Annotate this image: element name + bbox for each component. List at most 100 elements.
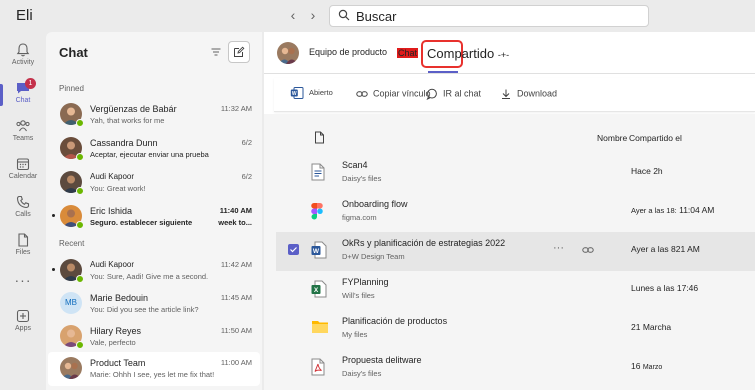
compose-icon (234, 46, 245, 57)
chat-time-secondary: week to... (218, 218, 252, 227)
chat-item[interactable]: Audi Kapoor You: Sure, Aadi! Give me a s… (48, 254, 260, 288)
row-checkbox-checked[interactable] (288, 244, 299, 255)
chat-preview: You: Great work! (90, 184, 146, 193)
unread-dot-icon (52, 268, 55, 271)
conversation-header: Equipo de producto Chat Compartido -+- (264, 32, 755, 74)
tab-shared-label: Compartido (427, 46, 495, 61)
tab-active-underline (428, 71, 458, 73)
rail-files[interactable]: Files (0, 228, 46, 266)
file-type-column-icon (315, 131, 324, 144)
search-input[interactable]: Buscar (329, 5, 649, 27)
svg-text:W: W (292, 91, 297, 97)
file-shared-month: Marzo (642, 364, 663, 371)
download-button[interactable]: Download (500, 88, 557, 100)
chat-preview: Yah, that works for me (90, 116, 165, 125)
column-header-shared[interactable]: Compartido el (629, 133, 682, 143)
file-row-selected[interactable]: W OkRs y planificación de estrategias 20… (276, 232, 755, 271)
link-icon[interactable] (582, 244, 594, 256)
conversation-title: Equipo de producto (309, 47, 388, 57)
search-placeholder: Buscar (356, 9, 397, 24)
chat-name: Audi Kapoor (90, 260, 135, 269)
apps-icon (16, 309, 30, 323)
chat-preview: You: Sure, Aadi! Give me a second. (90, 272, 209, 281)
app-rail: Activity 1 Chat Teams Calendar Calls Fil… (0, 32, 46, 390)
search-icon (338, 9, 350, 21)
excel-icon: X (311, 280, 327, 298)
new-chat-button[interactable] (228, 41, 250, 63)
tab-shared-suffix: -+- (497, 50, 510, 60)
group-avatar (277, 42, 299, 64)
chat-item[interactable]: Audi Kapoor You: Great work! 6/2 (48, 166, 260, 200)
chat-unread-badge: 1 (25, 78, 36, 89)
file-row[interactable]: Onboarding flow figma.com Ayer a las 18:… (276, 193, 755, 232)
chat-preview: Vale, perfecto (90, 338, 136, 347)
forward-arrow-icon[interactable]: › (306, 8, 320, 22)
rail-apps[interactable]: Apps (0, 304, 46, 342)
app-title: Eli (16, 7, 33, 24)
pinned-section-label: Pinned (59, 84, 84, 93)
files-header-row: Nombre Compartido el (264, 114, 755, 148)
file-shared-time: 11:04 AM (679, 205, 715, 215)
file-shared-date: 16 Marzo (631, 361, 662, 371)
chat-preview: Aceptar, ejecutar enviar una prueba (90, 150, 209, 159)
file-name: OkRs y planificación de estrategias 2022 (342, 238, 506, 248)
file-location: Will's files (342, 291, 375, 300)
rail-calls[interactable]: Calls (0, 190, 46, 228)
chat-name: Product Team (90, 358, 146, 368)
chat-item[interactable]: MB Marie Bedouin You: Did you see the ar… (48, 287, 260, 321)
file-shared-date: Lunes a las 17:46 (631, 283, 699, 293)
calendar-icon (16, 158, 30, 171)
word-icon: W (311, 241, 327, 259)
chat-name: Eric Ishida (90, 206, 133, 216)
rail-label: Teams (12, 135, 34, 142)
open-button[interactable]: W Abierto (290, 86, 333, 100)
chat-time: 11:42 AM (220, 260, 252, 269)
back-arrow-icon[interactable]: ‹ (286, 8, 300, 22)
rail-chat[interactable]: 1 Chat (0, 76, 46, 114)
column-header-name[interactable]: Nombre (597, 133, 627, 143)
recent-section-label: Recent (59, 239, 85, 248)
file-toolbar: W Abierto Copiar vínculo IR al chat Downl… (274, 78, 755, 112)
copy-link-button[interactable]: Copiar vínculo (356, 88, 431, 100)
word-icon: W (290, 87, 304, 99)
presence-available-icon (76, 275, 84, 283)
more-apps-icon[interactable]: ··· (0, 272, 46, 288)
rail-calendar[interactable]: Calendar (0, 152, 46, 190)
main-pane: Equipo de producto Chat Compartido -+- W… (264, 32, 755, 390)
file-row[interactable]: Scan4 Daisy's files Hace 2h (276, 154, 755, 193)
presence-available-icon (76, 341, 84, 349)
tab-shared[interactable]: Compartido -+- (427, 46, 509, 61)
link-icon (356, 91, 368, 97)
file-row[interactable]: Propuesta delitware Daisy's files 16 Mar… (276, 349, 755, 388)
filter-icon[interactable] (210, 46, 222, 58)
rail-teams[interactable]: Teams (0, 114, 46, 152)
chat-name: Cassandra Dunn (90, 138, 158, 148)
phone-icon (16, 195, 30, 209)
file-name: FYPlanning (342, 277, 389, 287)
chat-item-selected[interactable]: Product Team Marie: Ohhh I see, yes let … (48, 352, 260, 386)
file-name: Onboarding flow (342, 199, 408, 209)
chat-item[interactable]: Eric Ishida Seguro. establecer siguiente… (48, 200, 260, 234)
rail-label: Apps (15, 325, 31, 332)
file-row[interactable]: Planificación de productos My files 21 M… (276, 310, 755, 349)
more-options-icon[interactable]: ··· (553, 242, 564, 254)
chat-time: 6/2 (241, 138, 252, 147)
chat-item[interactable]: Vergüenzas de Babár Yah, that works for … (48, 98, 260, 132)
chat-name: Audi Kapoor (90, 172, 135, 181)
chat-time: 11:00 AM (220, 358, 252, 367)
avatar (60, 357, 82, 379)
file-name: Planificación de productos (342, 316, 448, 326)
chat-list-pane: Chat Pinned Vergüenzas de Babár Yah, tha… (46, 32, 262, 390)
tab-chat[interactable]: Chat (397, 48, 419, 58)
rail-activity[interactable]: Activity (0, 38, 46, 76)
file-shared-date: Ayer a las 18: 11:04 AM (631, 205, 714, 215)
file-location: Daisy's files (342, 369, 382, 378)
chat-item[interactable]: Hilary Reyes Vale, perfecto 11:50 AM (48, 320, 260, 354)
go-to-chat-button[interactable]: IR al chat (426, 88, 481, 101)
presence-available-icon (76, 119, 84, 127)
chat-preview: You: Did you see the article link? (90, 305, 199, 314)
chat-name: Vergüenzas de Babár (90, 104, 177, 114)
unread-dot-icon (52, 214, 55, 217)
chat-item[interactable]: Cassandra Dunn Aceptar, ejecutar enviar … (48, 132, 260, 166)
file-row[interactable]: X FYPlanning Will's files Lunes a las 17… (276, 271, 755, 310)
